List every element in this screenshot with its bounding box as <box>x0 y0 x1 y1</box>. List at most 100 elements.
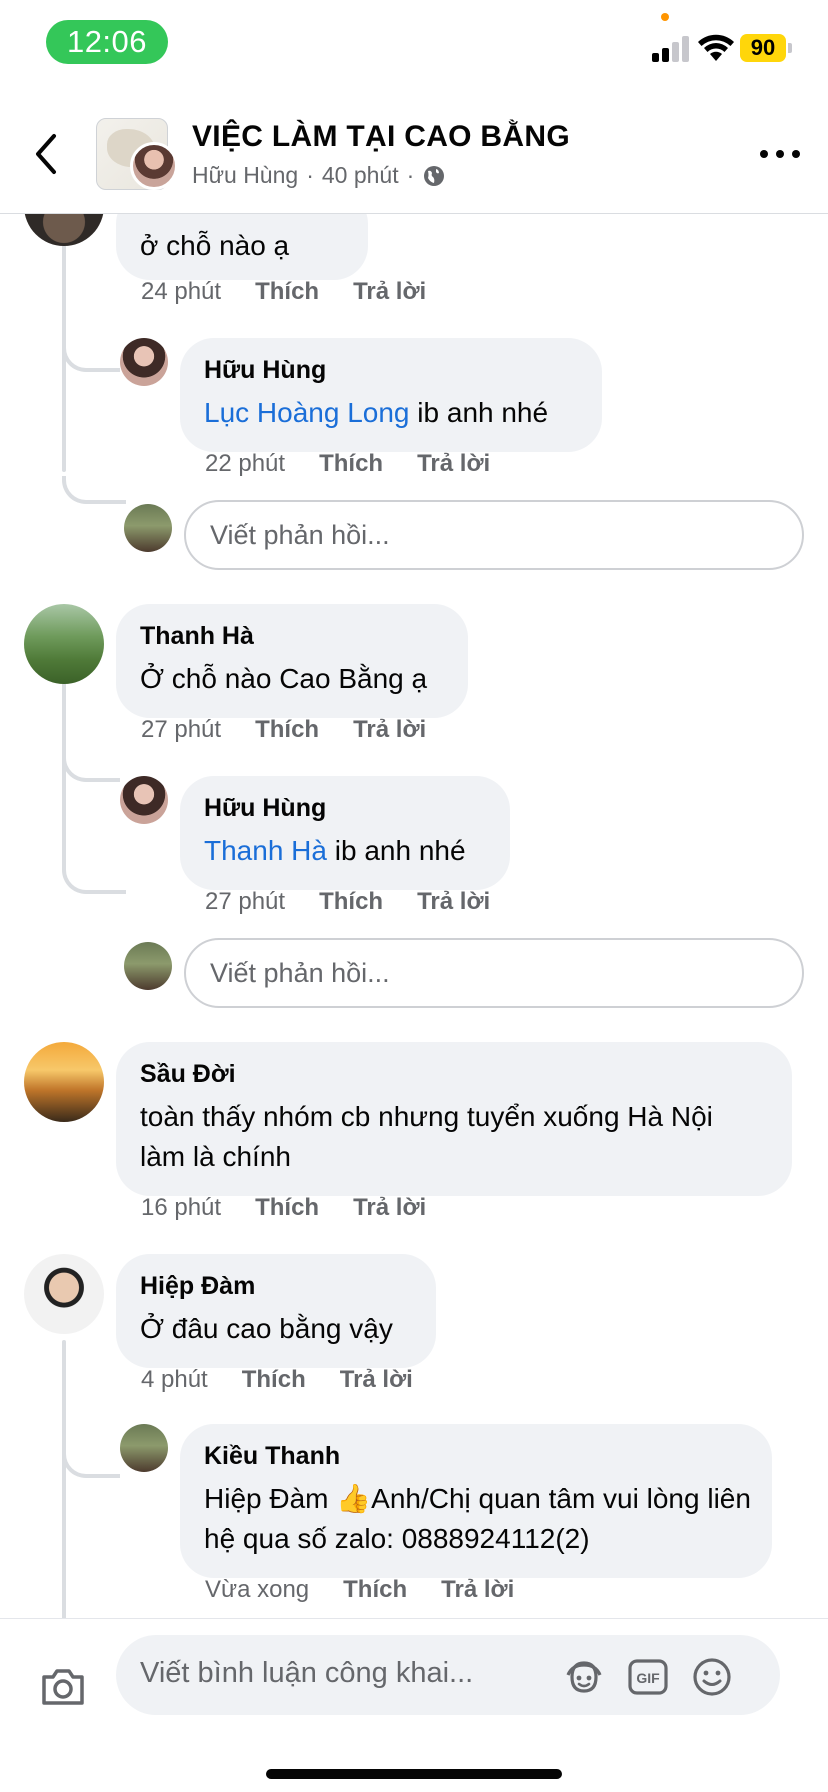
mention-text[interactable]: Hiệp Đàm <box>204 1483 336 1514</box>
more-options-icon[interactable] <box>760 146 800 162</box>
commenter-avatar[interactable] <box>24 214 104 246</box>
reply-input-placeholder: Viết phản hồi... <box>210 519 390 550</box>
thread-line <box>62 1340 66 1618</box>
commenter-avatar[interactable] <box>24 1042 104 1122</box>
commenter-avatar[interactable] <box>24 1254 104 1334</box>
group-title[interactable]: VIỆC LÀM TẠI CAO BẰNG <box>192 120 570 154</box>
comment-author[interactable]: Hiệp Đàm <box>140 1272 412 1301</box>
battery-tip <box>788 43 792 53</box>
reply-text: Thanh Hà ib anh nhé <box>204 831 486 871</box>
comment-actions: 27 phút Thích Trả lời <box>141 716 426 744</box>
reply-button[interactable]: Trả lời <box>417 888 490 916</box>
comment-author[interactable]: Sầu Đời <box>140 1060 768 1089</box>
wifi-icon <box>698 34 734 61</box>
status-bar: 12:06 90 <box>0 0 828 90</box>
camera-icon[interactable] <box>40 1667 86 1707</box>
comment-composer: Viết bình luận công khai... GIF <box>0 1618 828 1792</box>
svg-text:GIF: GIF <box>636 1670 660 1686</box>
replier-avatar[interactable] <box>120 776 168 824</box>
reply-actions: 22 phút Thích Trả lời <box>205 450 490 478</box>
comment-bubble: Thanh Hà Ở chỗ nào Cao Bằng ạ <box>116 604 468 718</box>
comment-bubble: Sầu Đời toàn thấy nhóm cb nhưng tuyển xu… <box>116 1042 792 1196</box>
comment-bubble: ở chỗ nào ạ <box>116 214 368 280</box>
battery-icon: 90 <box>740 34 792 62</box>
globe-icon <box>424 165 445 186</box>
comment-time: 24 phút <box>141 278 222 305</box>
reply-button[interactable]: Trả lời <box>417 450 490 478</box>
reply-bubble: Hữu Hùng Lục Hoàng Long ib anh nhé <box>180 338 602 452</box>
commenter-avatar[interactable] <box>24 604 104 684</box>
like-button[interactable]: Thích <box>255 1194 319 1222</box>
comment-text: ở chỗ nào ạ <box>140 230 290 261</box>
gif-icon[interactable]: GIF <box>626 1655 670 1699</box>
reply-body: ib anh nhé <box>326 835 466 866</box>
reply-connector <box>62 476 126 504</box>
cellular-signal-icon <box>652 36 689 62</box>
like-button[interactable]: Thích <box>255 278 319 306</box>
reply-connector <box>62 826 126 894</box>
reply-button[interactable]: Trả lời <box>340 1366 413 1394</box>
reply-input-placeholder: Viết phản hồi... <box>210 957 390 988</box>
comment-time: 16 phút <box>141 1194 222 1221</box>
reply-connector <box>62 344 120 372</box>
comment-author[interactable]: Thanh Hà <box>140 622 444 651</box>
thumbs-up-emoji: 👍 <box>336 1483 372 1514</box>
post-meta: Hữu Hùng · 40 phút · <box>192 162 446 189</box>
post-author[interactable]: Hữu Hùng <box>192 162 298 189</box>
reply-input[interactable]: Viết phản hồi... <box>184 938 804 1008</box>
comment-actions: 4 phút Thích Trả lời <box>141 1366 413 1394</box>
emoji-icon[interactable] <box>690 1655 734 1699</box>
post-time[interactable]: 40 phút <box>322 162 399 189</box>
reply-button[interactable]: Trả lời <box>353 278 426 306</box>
like-button[interactable]: Thích <box>319 450 383 478</box>
like-button[interactable]: Thích <box>242 1366 306 1394</box>
reply-bubble: Hữu Hùng Thanh Hà ib anh nhé <box>180 776 510 890</box>
replier-avatar[interactable] <box>120 338 168 386</box>
reply-input[interactable]: Viết phản hồi... <box>184 500 804 570</box>
reply-text: Hiệp Đàm 👍Anh/Chị quan tâm vui lòng liên… <box>204 1479 752 1559</box>
like-button[interactable]: Thích <box>319 888 383 916</box>
comment-bubble: Hiệp Đàm Ở đâu cao bằng vậy <box>116 1254 436 1368</box>
like-button[interactable]: Thích <box>255 716 319 744</box>
reply-time: Vừa xong <box>205 1576 310 1603</box>
comment-text: toàn thấy nhóm cb nhưng tuyển xuống Hà N… <box>140 1101 713 1172</box>
meta-separator: · <box>406 162 415 188</box>
like-button[interactable]: Thích <box>343 1576 407 1604</box>
my-avatar <box>124 504 172 552</box>
mention-link[interactable]: Lục Hoàng Long <box>204 397 410 428</box>
comment-text: Ở đâu cao bằng vậy <box>140 1313 393 1344</box>
reply-time: 22 phút <box>205 450 286 477</box>
comment-actions: 24 phút Thích Trả lời <box>141 278 426 306</box>
author-avatar[interactable] <box>130 142 178 190</box>
back-arrow-icon[interactable] <box>30 132 64 176</box>
avatar-sticker-icon[interactable] <box>562 1655 606 1699</box>
reply-author[interactable]: Kiều Thanh <box>204 1442 748 1471</box>
reply-text: Lục Hoàng Long ib anh nhé <box>204 393 578 433</box>
comment-text: Ở chỗ nào Cao Bằng ạ <box>140 663 428 694</box>
post-header: VIỆC LÀM TẠI CAO BẰNG Hữu Hùng · 40 phút… <box>0 90 828 214</box>
reply-button[interactable]: Trả lời <box>441 1576 514 1604</box>
comment-actions: 16 phút Thích Trả lời <box>141 1194 426 1222</box>
reply-button[interactable]: Trả lời <box>353 716 426 744</box>
reply-actions: 27 phút Thích Trả lời <box>205 888 490 916</box>
my-avatar <box>124 942 172 990</box>
reply-connector <box>62 754 120 782</box>
meta-separator: · <box>306 162 314 188</box>
reply-connector <box>62 1450 120 1478</box>
status-time: 12:06 <box>46 20 168 64</box>
comment-time: 27 phút <box>141 716 222 743</box>
reply-body: ib anh nhé <box>409 397 549 428</box>
replier-avatar[interactable] <box>120 1424 168 1472</box>
comment-thread: ở chỗ nào ạ 24 phút Thích Trả lời Hữu Hù… <box>0 214 828 1618</box>
reply-author[interactable]: Hữu Hùng <box>204 356 578 385</box>
reply-bubble: Kiều Thanh Hiệp Đàm 👍Anh/Chị quan tâm vu… <box>180 1424 772 1578</box>
reply-time: 27 phút <box>205 888 286 915</box>
home-indicator[interactable] <box>266 1769 562 1779</box>
privacy-indicator-dot <box>661 13 669 21</box>
comment-input[interactable]: Viết bình luận công khai... GIF <box>116 1635 780 1715</box>
comment-input-placeholder: Viết bình luận công khai... <box>140 1657 474 1689</box>
comment-time: 4 phút <box>141 1366 208 1393</box>
mention-link[interactable]: Thanh Hà <box>204 835 327 866</box>
reply-button[interactable]: Trả lời <box>353 1194 426 1222</box>
reply-author[interactable]: Hữu Hùng <box>204 794 486 823</box>
